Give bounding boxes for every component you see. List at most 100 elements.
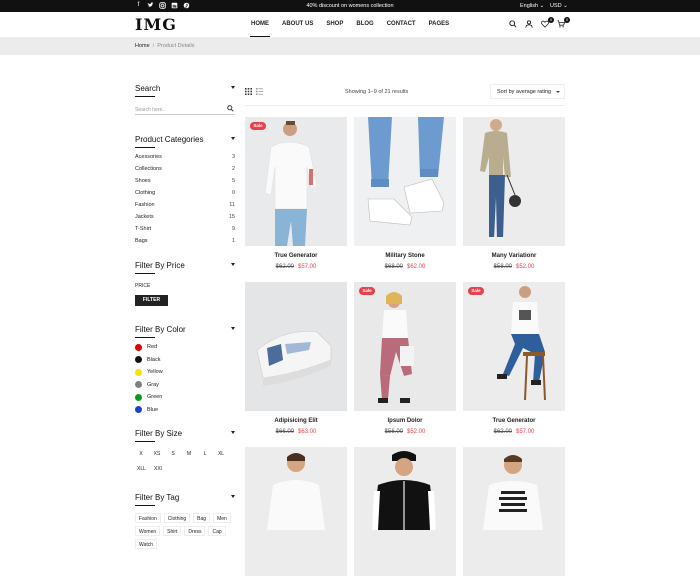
product-image[interactable]: Sale	[463, 282, 565, 411]
product-name[interactable]: Military Stone	[354, 253, 456, 259]
tag-item[interactable]: Dress	[184, 526, 206, 536]
color-option-gray[interactable]: Gray	[135, 381, 235, 388]
product-image[interactable]: Sale	[354, 282, 456, 411]
tag-item[interactable]: Fashion	[135, 513, 161, 523]
size-option[interactable]: XL	[215, 449, 227, 460]
category-item[interactable]: Jackets 15	[135, 214, 235, 220]
breadcrumb-home[interactable]: Home	[135, 43, 150, 49]
size-option[interactable]: L	[199, 449, 211, 460]
product-card[interactable]	[354, 447, 456, 576]
nav-pages[interactable]: PAGES	[429, 21, 450, 27]
size-option[interactable]: XLL	[135, 464, 148, 475]
nav-contact[interactable]: CONTACT	[387, 21, 416, 27]
tag-item[interactable]: Shirt	[163, 526, 182, 536]
product-name[interactable]: Many Variationr	[463, 253, 565, 259]
nav-blog[interactable]: BLOG	[356, 21, 373, 27]
tag-item[interactable]: Bag	[193, 513, 211, 523]
product-card[interactable]: Sale True Generator $62.00 $57.00	[463, 282, 565, 435]
product-image[interactable]: Sale	[245, 117, 347, 246]
product-card[interactable]	[245, 447, 347, 576]
product-card[interactable]	[463, 447, 565, 576]
color-option-yellow[interactable]: Yellow	[135, 368, 235, 376]
size-option[interactable]: S	[167, 449, 179, 460]
product-card[interactable]: Adipisicing Elit $66.00 $63.00	[245, 282, 347, 435]
tag-item[interactable]: Watch	[135, 539, 157, 549]
top-bar: f 40% discount on womens collection Engl…	[0, 0, 700, 12]
nav-shop[interactable]: SHOP	[326, 21, 343, 27]
product-image[interactable]	[245, 282, 347, 411]
product-image[interactable]	[245, 447, 347, 576]
caret-down-icon	[231, 137, 235, 140]
header: IMG HOME ABOUT US SHOP BLOG CONTACT PAGE…	[0, 12, 700, 38]
breadcrumb: Home / Product Details	[135, 43, 195, 49]
product-image[interactable]	[354, 117, 456, 246]
product-name[interactable]: Ipsum Dolor	[354, 418, 456, 424]
size-option[interactable]: X	[135, 449, 147, 460]
filter-button[interactable]: FILTER	[135, 295, 168, 306]
toolbar-divider	[245, 105, 565, 106]
search-icon[interactable]	[227, 105, 234, 114]
size-option[interactable]: XS	[151, 449, 163, 460]
color-swatch	[135, 356, 142, 363]
logo[interactable]: IMG	[135, 15, 177, 34]
size-option[interactable]: XXl	[152, 464, 164, 475]
product-name[interactable]: True Generator	[463, 418, 565, 424]
size-widget-title[interactable]: Filter By Size	[135, 429, 235, 442]
cart-icon[interactable]: 0	[557, 17, 570, 28]
product-price: $68.00 $62.00	[384, 264, 426, 270]
categories-widget-title[interactable]: Product Categories	[135, 135, 235, 148]
product-card[interactable]: Many Variationr $58.00 $52.00	[463, 117, 565, 270]
tag-item[interactable]: Women	[135, 526, 161, 536]
color-swatch	[135, 406, 142, 413]
tag-item[interactable]: Cap	[208, 526, 226, 536]
color-option-red[interactable]: Red	[135, 343, 235, 351]
size-option[interactable]: M	[183, 449, 195, 460]
sale-badge: Sale	[359, 287, 375, 295]
sort-select[interactable]: Sort by average rating	[490, 84, 565, 99]
tag-item[interactable]: Clothing	[163, 513, 191, 523]
category-item[interactable]: Shoes 5	[135, 178, 235, 184]
color-option-green[interactable]: Green	[135, 393, 235, 401]
color-option-black[interactable]: Black	[135, 356, 235, 363]
tag-item[interactable]: Men	[213, 513, 231, 523]
caret-down-icon	[556, 91, 560, 93]
currency-selector[interactable]: USD ⌄	[550, 3, 568, 9]
product-image[interactable]	[463, 117, 565, 246]
list-view-icon[interactable]	[256, 88, 263, 97]
category-item[interactable]: Bags 1	[135, 238, 235, 244]
product-card[interactable]: Sale Ipsum Dolor $56.00 $52.00	[354, 282, 456, 435]
grid-view-icon[interactable]	[245, 88, 252, 97]
search-input[interactable]: Search here..	[135, 105, 235, 115]
language-selector[interactable]: English ⌄	[520, 3, 544, 9]
product-image[interactable]	[354, 447, 456, 576]
product-price: $58.00 $52.00	[493, 264, 535, 270]
color-swatch	[135, 381, 142, 388]
nav-home[interactable]: HOME	[250, 21, 270, 38]
product-card[interactable]: Sale True Generator $62.00 $57.00	[245, 117, 347, 270]
product-card[interactable]: Military Stone $68.00 $62.00	[354, 117, 456, 270]
category-item[interactable]: Clothing 0	[135, 190, 235, 196]
cart-count-badge: 0	[564, 17, 570, 23]
tag-widget-title[interactable]: Filter By Tag	[135, 493, 235, 506]
product-name[interactable]: True Generator	[245, 253, 347, 259]
chevron-down-icon: ⌄	[539, 3, 545, 9]
search-widget-title[interactable]: Search	[135, 84, 235, 97]
search-icon[interactable]	[509, 20, 517, 28]
heart-icon[interactable]: 0	[541, 17, 554, 28]
caret-down-icon	[231, 263, 235, 266]
user-icon[interactable]	[525, 20, 533, 28]
product-name[interactable]: Adipisicing Elit	[245, 418, 347, 424]
category-item[interactable]: T-Shirt 9	[135, 226, 235, 232]
product-image[interactable]	[463, 447, 565, 576]
category-item[interactable]: Fashion 11	[135, 202, 235, 208]
color-widget-title[interactable]: Filter By Color	[135, 325, 235, 338]
product-price: $56.00 $52.00	[384, 429, 426, 435]
header-icons: 0 0	[509, 17, 570, 28]
sale-badge: Sale	[468, 287, 484, 295]
result-count: Showing 1–9 of 21 results	[345, 89, 409, 95]
color-option-blue[interactable]: Blue	[135, 406, 235, 413]
category-item[interactable]: Collections 2	[135, 166, 235, 172]
price-widget-title[interactable]: Filter By Price	[135, 261, 235, 274]
category-item[interactable]: Acessories 3	[135, 154, 235, 160]
nav-about-us[interactable]: ABOUT US	[282, 21, 313, 27]
